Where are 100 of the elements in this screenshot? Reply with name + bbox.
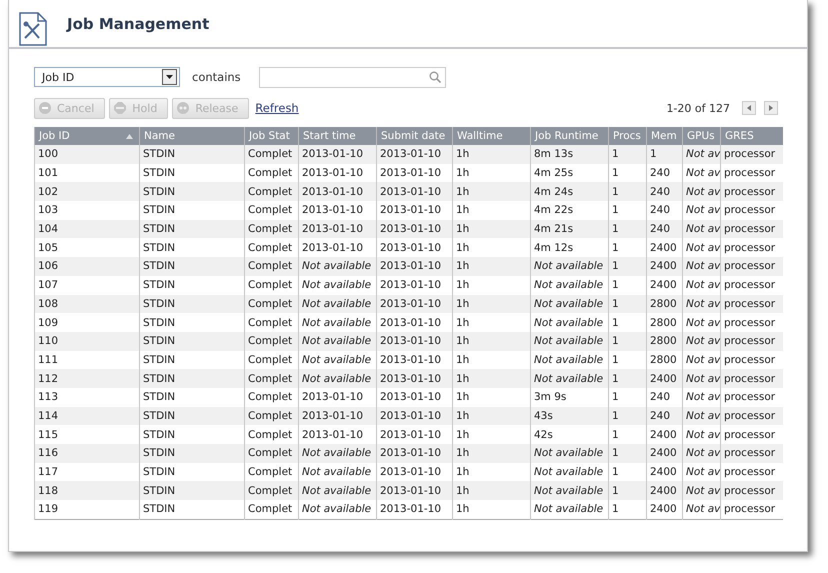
table-cell: 107 — [34, 276, 140, 294]
column-header[interactable]: Start time — [298, 127, 376, 145]
table-cell: 1h — [452, 462, 530, 482]
table-cell: 2400 — [646, 481, 682, 500]
field-dropdown[interactable]: Job ID — [34, 67, 180, 87]
refresh-link[interactable]: Refresh — [255, 101, 299, 115]
table-cell: 105 — [34, 238, 140, 258]
caret-icon — [166, 75, 173, 79]
table-cell: Not av — [682, 294, 720, 314]
table-cell: Complet — [244, 182, 298, 202]
table-cell: Not av — [682, 313, 720, 332]
table-cell: 2013-01-10 — [376, 313, 452, 332]
operator-label: contains — [192, 70, 241, 84]
table-cell: 1 — [608, 164, 646, 182]
table-cell: processor — [720, 201, 782, 220]
table-cell: 4m 22s — [530, 201, 608, 220]
table-cell: 240 — [646, 388, 682, 407]
table-cell: STDIN — [140, 164, 244, 182]
table-cell: Not available — [298, 313, 376, 332]
table-cell: 43s — [530, 406, 608, 426]
table-cell: Complet — [244, 462, 298, 482]
column-header[interactable]: Job ID — [34, 127, 140, 145]
table-cell: Complet — [244, 201, 298, 220]
table-cell: Complet — [244, 145, 298, 164]
table-cell: 113 — [34, 388, 140, 407]
table-cell: processor — [720, 257, 782, 276]
column-header[interactable]: Job Stat — [244, 127, 298, 145]
table-cell: 2013-01-10 — [298, 388, 376, 407]
column-header[interactable]: Job Runtime — [530, 127, 608, 145]
table-cell: 2013-01-10 — [376, 238, 452, 258]
table-cell: Complet — [244, 164, 298, 182]
table-cell: Not available — [298, 481, 376, 500]
table-cell: Not available — [530, 500, 608, 520]
table-cell: Complet — [244, 313, 298, 332]
table-cell: 1 — [608, 369, 646, 388]
previous-page-button[interactable] — [742, 101, 756, 115]
table-cell: 2013-01-10 — [376, 332, 452, 351]
go-icon — [177, 102, 190, 114]
job-document-icon — [19, 12, 47, 46]
table-cell: 1h — [452, 425, 530, 444]
table-cell: 240 — [646, 220, 682, 238]
table-cell: processor — [720, 332, 782, 351]
table-cell: Not available — [530, 313, 608, 332]
column-header[interactable]: GPUs — [682, 127, 720, 145]
table-cell: Complet — [244, 425, 298, 444]
table-cell: 1 — [608, 425, 646, 444]
table-cell: Complet — [244, 350, 298, 370]
next-page-button[interactable] — [764, 101, 778, 115]
table-cell: Not available — [298, 369, 376, 388]
table-cell: 1 — [608, 238, 646, 258]
table-cell: 115 — [34, 425, 140, 444]
table-cell: 1 — [608, 406, 646, 426]
table-cell: 1 — [608, 257, 646, 276]
table-cell: Not available — [298, 276, 376, 294]
table-cell: Not available — [530, 332, 608, 351]
table-cell: STDIN — [140, 257, 244, 276]
table-cell: 1h — [452, 164, 530, 182]
table-cell: Not available — [530, 462, 608, 482]
table-cell: processor — [720, 276, 782, 294]
table-cell: STDIN — [140, 369, 244, 388]
table-cell: 2400 — [646, 369, 682, 388]
table-cell: 3m 9s — [530, 388, 608, 407]
table-cell: 2013-01-10 — [298, 164, 376, 182]
search-field[interactable] — [258, 66, 446, 88]
table-cell: Not av — [682, 220, 720, 238]
table-cell: 2400 — [646, 425, 682, 444]
table-cell: 2013-01-10 — [376, 145, 452, 164]
table-cell: Not available — [298, 294, 376, 314]
table-cell: 1h — [452, 332, 530, 351]
table-cell: STDIN — [140, 462, 244, 482]
table-cell: 104 — [34, 220, 140, 238]
table-cell: Not available — [530, 276, 608, 294]
table-cell: 1h — [452, 369, 530, 388]
table-cell: Complet — [244, 294, 298, 314]
table-cell: 2013-01-10 — [376, 481, 452, 500]
table-cell: Complet — [244, 369, 298, 388]
table-cell: Complet — [244, 276, 298, 294]
table-cell: 2013-01-10 — [298, 201, 376, 220]
table-cell: 240 — [646, 164, 682, 182]
column-header[interactable]: Submit date — [376, 127, 452, 145]
table-cell: 240 — [646, 406, 682, 426]
table-cell: STDIN — [140, 294, 244, 314]
table-cell: STDIN — [140, 201, 244, 220]
table-cell: Not available — [530, 257, 608, 276]
column-header[interactable]: Procs — [608, 127, 646, 145]
table-cell: 2400 — [646, 276, 682, 294]
column-header[interactable]: Mem — [646, 127, 682, 145]
column-header[interactable]: Walltime — [452, 127, 530, 145]
table-cell: STDIN — [140, 425, 244, 444]
table-cell: 2800 — [646, 313, 682, 332]
table-cell: 1h — [452, 182, 530, 202]
table-cell: 1 — [608, 201, 646, 220]
table-cell: processor — [720, 481, 782, 500]
column-header[interactable]: Name — [140, 127, 244, 145]
table-cell: STDIN — [140, 220, 244, 238]
column-header[interactable]: GRES — [720, 127, 782, 145]
table-cell: 2013-01-10 — [298, 238, 376, 258]
table-cell: 2013-01-10 — [376, 276, 452, 294]
table-cell: Not av — [682, 388, 720, 407]
table-cell: Not av — [682, 145, 720, 164]
